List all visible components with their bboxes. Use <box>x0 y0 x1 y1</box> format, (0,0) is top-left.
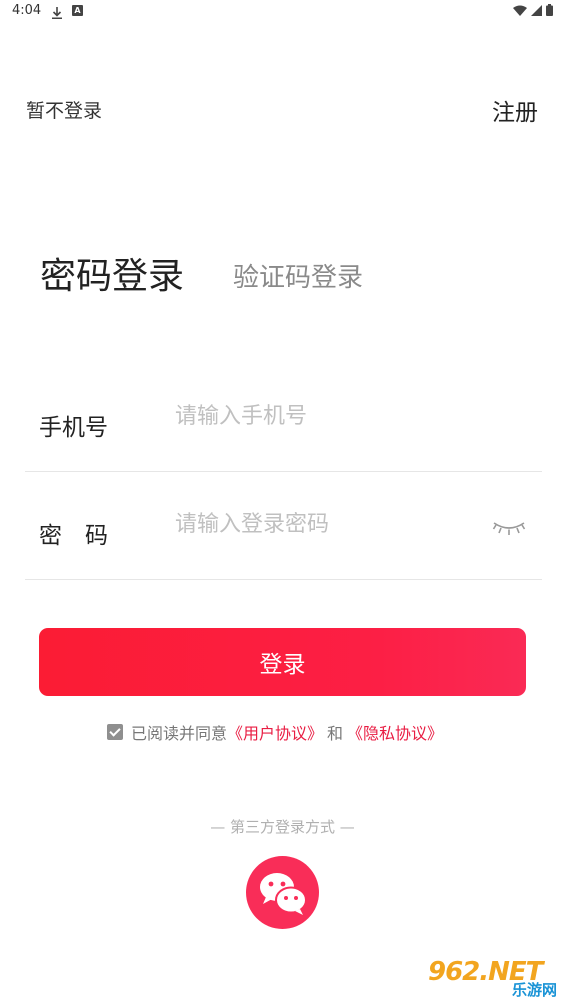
agreement-row: 已阅读并同意 《用户协议》 和 《隐私协议》 <box>107 720 443 744</box>
agreement-checkbox[interactable] <box>107 724 123 740</box>
tab-code-login[interactable]: 验证码登录 <box>233 257 363 294</box>
download-icon <box>52 4 62 23</box>
register-link[interactable]: 注册 <box>492 93 538 127</box>
phone-input[interactable] <box>175 404 475 429</box>
privacy-policy-link[interactable]: 《隐私协议》 <box>347 720 443 744</box>
wifi-icon <box>513 5 527 16</box>
phone-field-row: 手机号 <box>25 364 542 472</box>
status-time: 4:04 <box>12 3 42 18</box>
phone-label: 手机号 <box>39 415 108 441</box>
battery-icon <box>546 4 553 16</box>
status-bar: 4:04 A <box>0 0 565 26</box>
signal-icon <box>531 4 542 16</box>
agreement-prefix: 已阅读并同意 <box>131 724 228 743</box>
third-party-login-label: — 第三方登录方式 — <box>210 818 355 836</box>
agreement-and: 和 <box>327 724 344 743</box>
password-input[interactable] <box>175 512 475 537</box>
watermark-logo: 962.NET 乐游网 <box>428 957 559 999</box>
user-agreement-link[interactable]: 《用户协议》 <box>227 720 323 744</box>
tab-password-login[interactable]: 密码登录 <box>40 247 184 299</box>
watermark-bottom: 乐游网 <box>511 981 557 999</box>
app-notification-icon: A <box>72 5 83 16</box>
wechat-icon <box>260 873 307 915</box>
status-icons <box>513 4 553 16</box>
password-field-row: 密 码 <box>25 472 542 580</box>
skip-login-link[interactable]: 暂不登录 <box>26 96 102 123</box>
password-label: 密 码 <box>39 523 108 549</box>
eye-closed-icon[interactable] <box>492 520 526 536</box>
wechat-login-button[interactable] <box>246 856 319 929</box>
login-button[interactable]: 登录 <box>39 628 526 696</box>
